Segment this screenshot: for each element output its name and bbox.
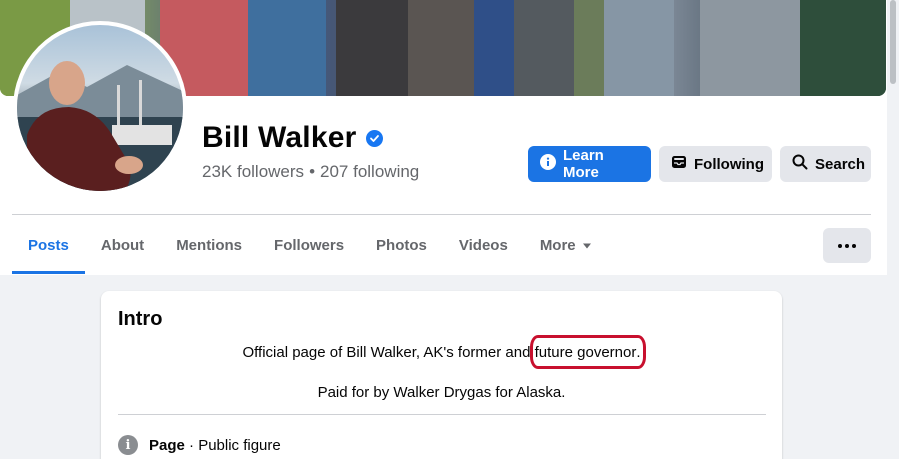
bio-text-start: Official page of Bill Walker, AK's forme… [242,344,535,361]
paid-for-disclaimer: Paid for by Walker Drygas for Alaska. [317,384,566,401]
tab-mentions-label: Mentions [176,236,243,254]
following-label: Following [694,155,764,173]
tab-photos[interactable]: Photos [360,216,443,274]
ellipsis-icon-dot [845,243,849,248]
learn-more-label: Learn More [563,147,604,181]
ellipsis-icon-dot [852,243,856,248]
info-circle-icon [540,154,556,174]
bio-highlighted-text: future governor [529,335,646,369]
tab-followers-label: Followers [274,236,345,254]
tab-videos-label: Videos [458,236,508,254]
tab-videos[interactable]: Videos [443,216,524,274]
profile-name: Bill Walker [202,121,357,154]
learn-more-button[interactable]: Learn More [528,146,651,182]
tab-posts-label: Posts [28,236,69,254]
ellipsis-icon-dot [838,243,842,248]
intro-divider [118,414,766,415]
following-button[interactable]: Following [659,146,772,182]
category-label: Page [149,436,185,454]
page-scrollbar[interactable] [887,0,899,459]
category-value: · Public figure [184,436,281,454]
category-row: i Page · Public figure [118,435,281,455]
intro-bio: Official page of Bill Walker, AK's forme… [101,335,782,369]
search-label: Search [815,155,866,173]
more-options-button[interactable] [823,228,871,263]
inbox-check-icon [671,154,687,174]
profile-avatar[interactable] [13,21,187,195]
tab-mentions[interactable]: Mentions [160,216,258,274]
avatar-photo [17,61,183,191]
search-icon [792,154,808,174]
follow-counts: 23K followers • 207 following [202,162,419,182]
tab-photos-label: Photos [376,236,427,254]
tab-more[interactable]: More [524,216,608,274]
scrollbar-thumb[interactable] [890,0,896,84]
count-separator: • [309,162,316,181]
profile-header: Bill Walker 23K followers • 207 followin… [0,0,899,275]
tab-more-label: More [539,236,576,254]
tab-posts[interactable]: Posts [12,216,85,274]
tab-followers[interactable]: Followers [258,216,360,274]
caret-down-icon [582,237,592,254]
verified-badge-icon [366,129,384,147]
tab-about-label: About [100,236,145,254]
intro-card: Intro Official page of Bill Walker, AK's… [101,291,782,459]
profile-tabs: Posts About Mentions Followers Photos Vi… [12,216,608,274]
following-count[interactable]: 207 following [320,162,419,182]
tab-about[interactable]: About [85,216,160,274]
search-button[interactable]: Search [780,146,871,182]
followers-count[interactable]: 23K followers [202,162,304,182]
intro-title: Intro [118,308,163,330]
header-divider [12,214,871,215]
info-icon: i [118,435,138,455]
annotation-circle [529,335,646,369]
